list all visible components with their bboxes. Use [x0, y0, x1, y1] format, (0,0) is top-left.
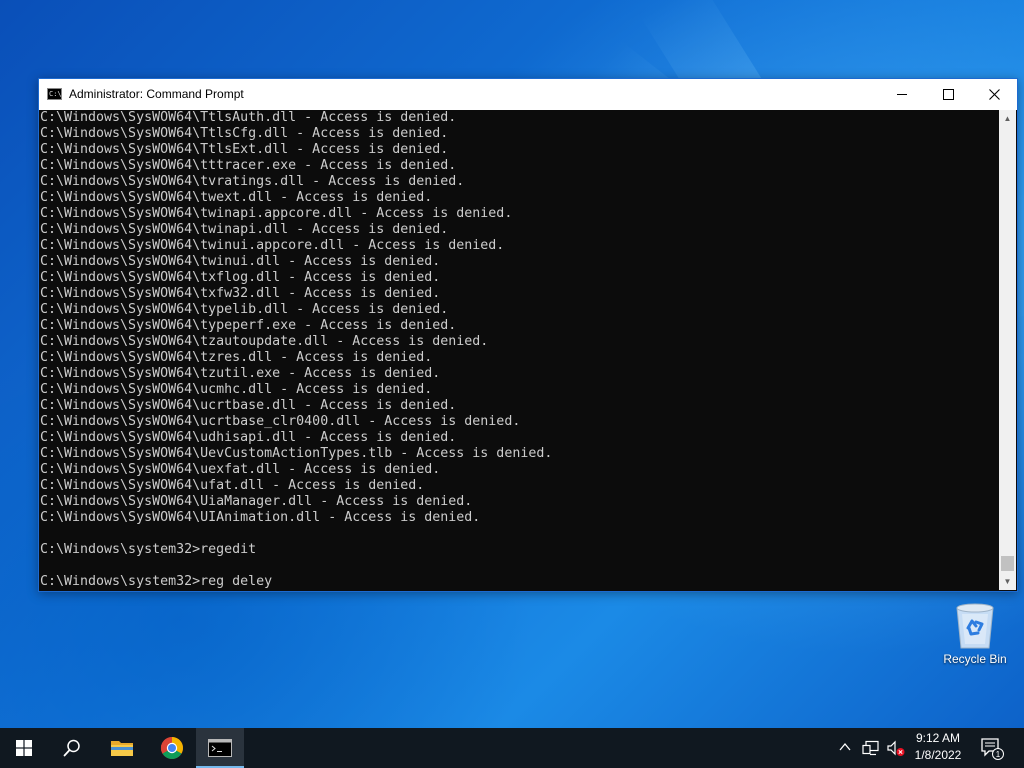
notification-count-badge: 1 [996, 750, 1001, 759]
scroll-down-arrow-icon[interactable]: ▼ [999, 573, 1016, 590]
folder-icon [111, 741, 133, 756]
console-line: C:\Windows\SysWOW64\txflog.dll - Access … [40, 270, 441, 285]
windows-logo-icon [16, 740, 32, 756]
network-icon[interactable] [862, 740, 880, 756]
console-line: C:\Windows\SysWOW64\UevCustomActionTypes… [40, 446, 553, 461]
minimize-icon [897, 94, 907, 95]
console-line: C:\Windows\SysWOW64\udhisapi.dll - Acces… [40, 430, 457, 445]
console-line: C:\Windows\SysWOW64\ucmhc.dll - Access i… [40, 382, 433, 397]
console-line: C:\Windows\SysWOW64\tzres.dll - Access i… [40, 350, 433, 365]
scroll-up-arrow-icon[interactable]: ▲ [999, 110, 1016, 127]
start-button[interactable] [0, 728, 48, 768]
search-icon [63, 739, 80, 757]
recycle-bin-shortcut[interactable]: Recycle Bin [938, 600, 1012, 672]
clock-date: 1/8/2022 [914, 748, 962, 762]
maximize-icon [942, 89, 954, 100]
console-line: C:\Windows\SysWOW64\twinui.appcore.dll -… [40, 238, 505, 253]
clock-time: 9:12 AM [915, 731, 961, 745]
recycle-bin-icon [956, 603, 994, 649]
maximize-button[interactable] [925, 79, 971, 110]
console-line: C:\Windows\SysWOW64\UIAnimation.dll - Ac… [40, 510, 481, 525]
console-line: C:\Windows\SysWOW64\twinapi.dll - Access… [40, 222, 449, 237]
command-prompt-taskbar-button[interactable] [196, 728, 244, 768]
minimize-button[interactable] [879, 79, 925, 110]
console-line: C:\Windows\SysWOW64\tzautoupdate.dll - A… [40, 334, 489, 349]
console-line: C:\Windows\SysWOW64\typeperf.exe - Acces… [40, 318, 457, 333]
chrome-icon [161, 737, 183, 759]
console-line: C:\Windows\SysWOW64\TtlsCfg.dll - Access… [40, 126, 449, 141]
system-clock[interactable]: 9:12 AM 1/8/2022 [906, 730, 970, 766]
console-line: C:\Windows\SysWOW64\TtlsAuth.dll - Acces… [40, 110, 457, 125]
console-line: C:\Windows\SysWOW64\typelib.dll - Access… [40, 302, 449, 317]
desktop: C:\ Administrator: Command Prompt C:\Win… [0, 0, 1024, 728]
command-prompt-window[interactable]: C:\ Administrator: Command Prompt C:\Win… [38, 78, 1018, 592]
console-line: C:\Windows\SysWOW64\UiaManager.dll - Acc… [40, 494, 473, 509]
console-line: C:\Windows\SysWOW64\twinui.dll - Access … [40, 254, 441, 269]
console-line: C:\Windows\SysWOW64\uexfat.dll - Access … [40, 462, 441, 477]
console-line: C:\Windows\system32>regedit [40, 542, 257, 557]
console-line: C:\Windows\SysWOW64\TtlsExt.dll - Access… [40, 142, 449, 157]
recycle-bin-label: Recycle Bin [943, 652, 1007, 666]
title-bar[interactable]: C:\ Administrator: Command Prompt [39, 79, 1017, 110]
console-line: C:\Windows\SysWOW64\ucrtbase.dll - Acces… [40, 398, 457, 413]
window-title: Administrator: Command Prompt [69, 87, 244, 101]
app-icon-glyph: C:\ [49, 90, 62, 98]
search-button[interactable] [48, 728, 96, 768]
console-line: C:\Windows\SysWOW64\ufat.dll - Access is… [40, 478, 425, 493]
console-line: C:\Windows\SysWOW64\txfw32.dll - Access … [40, 286, 441, 301]
console-line: C:\Windows\SysWOW64\ucrtbase_clr0400.dll… [40, 414, 521, 429]
chrome-button[interactable] [148, 728, 196, 768]
console-line: C:\Windows\SysWOW64\tzutil.exe - Access … [40, 366, 441, 381]
terminal-icon [208, 739, 232, 757]
chevron-up-icon[interactable] [838, 740, 852, 754]
file-explorer-button[interactable] [98, 728, 146, 768]
scrollbar-thumb[interactable] [1001, 556, 1014, 571]
close-icon [988, 89, 1000, 100]
console-line: C:\Windows\SysWOW64\twinapi.appcore.dll … [40, 206, 513, 221]
console-line: C:\Windows\SysWOW64\tvratings.dll - Acce… [40, 174, 465, 189]
taskbar: 9:12 AM 1/8/2022 1 [0, 728, 1024, 768]
console-line: C:\Windows\SysWOW64\tttracer.exe - Acces… [40, 158, 457, 173]
command-prompt-app-icon[interactable]: C:\ [47, 88, 62, 100]
volume-muted-icon[interactable] [886, 740, 906, 758]
vertical-scrollbar[interactable]: ▲ ▼ [999, 110, 1016, 590]
console-line: C:\Windows\system32>reg deley [40, 574, 273, 589]
console-line: C:\Windows\SysWOW64\twext.dll - Access i… [40, 190, 433, 205]
console-output[interactable]: C:\Windows\SysWOW64\TtlsAuth.dll - Acces… [39, 110, 999, 590]
close-button[interactable] [971, 79, 1017, 110]
console-lines: C:\Windows\SysWOW64\TtlsAuth.dll - Acces… [40, 110, 552, 590]
action-center-icon[interactable]: 1 [980, 736, 1004, 760]
